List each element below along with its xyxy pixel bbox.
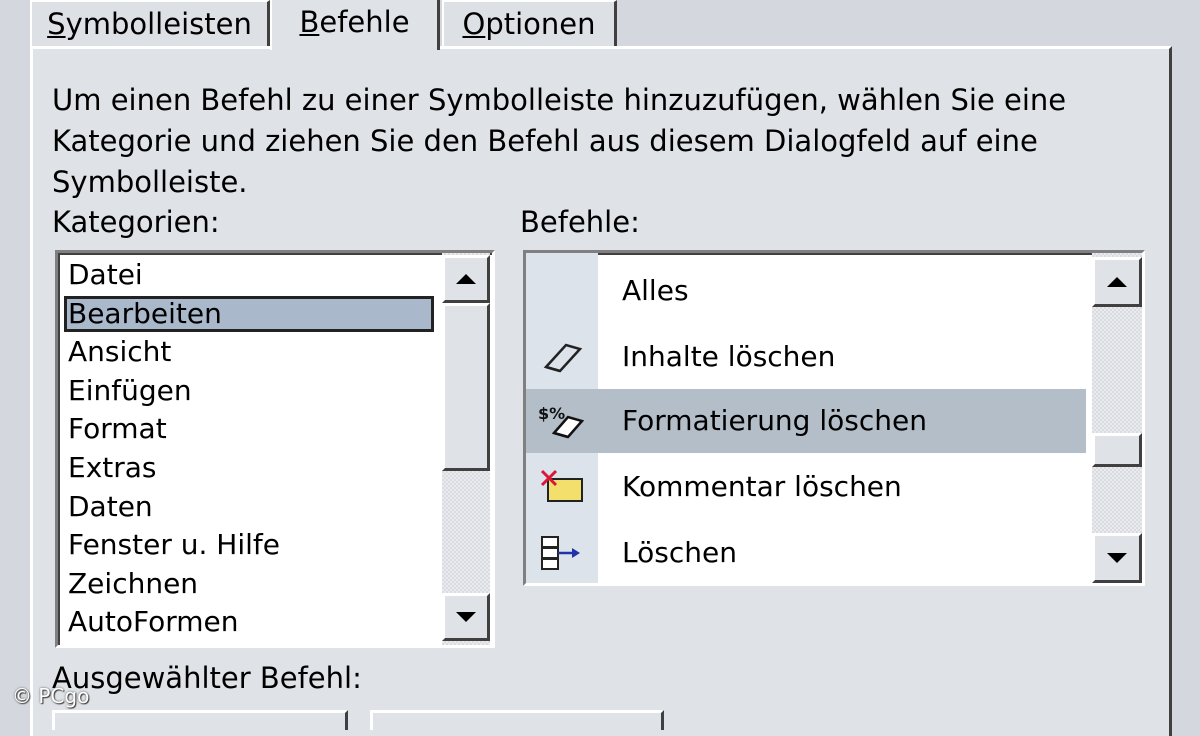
categories-listbox[interactable]: Datei Bearbeiten Ansicht Einfügen Format Extr… <box>55 250 495 648</box>
categories-label: Kategorien: <box>52 205 220 239</box>
command-label: Alles <box>622 274 689 307</box>
arrow-up-icon <box>456 274 476 284</box>
tab-symbolleisten[interactable]: Symbolleisten <box>30 0 270 46</box>
delete-cells-icon <box>541 536 580 570</box>
commands-scroll-down-button[interactable] <box>1092 533 1142 583</box>
command-item-selected[interactable]: $% Formatierung löschen <box>526 389 1086 453</box>
category-item[interactable]: AutoFormen <box>64 604 239 640</box>
commands-scroll-up-button[interactable] <box>1092 257 1142 307</box>
tab-symbolleisten-label: Symbolleisten <box>47 7 252 41</box>
category-item[interactable]: Fenster u. Hilfe <box>64 527 280 563</box>
selected-command-label: Ausgewählter Befehl: <box>52 661 362 695</box>
description-button[interactable] <box>52 710 348 730</box>
category-item[interactable]: Ansicht <box>64 334 171 370</box>
tab-befehle-label: Befehle <box>299 5 410 39</box>
command-item[interactable]: Kommentar löschen <box>526 455 1086 519</box>
commands-scroll-thumb[interactable] <box>1092 433 1142 467</box>
category-item[interactable]: Einfügen <box>64 373 192 409</box>
command-item[interactable]: Löschen <box>526 521 1086 583</box>
commands-label: Befehle: <box>520 205 640 239</box>
commands-listbox[interactable]: Alles Inhalte löschen $% Formatierung lö… <box>523 250 1145 586</box>
tab-befehle[interactable]: Befehle <box>270 0 440 50</box>
categories-scroll-down-button[interactable] <box>442 593 490 641</box>
modify-selection-button[interactable] <box>370 710 664 730</box>
category-item[interactable]: Daten <box>64 489 153 525</box>
arrow-down-icon <box>456 612 476 622</box>
category-item[interactable]: Format <box>64 411 167 447</box>
arrow-down-icon <box>1107 553 1127 563</box>
instruction-text: Um einen Befehl zu einer Symbolleiste hi… <box>52 83 1067 199</box>
categories-scroll-up-button[interactable] <box>442 255 490 303</box>
command-label: Inhalte löschen <box>622 340 836 373</box>
category-item[interactable]: Zeichnen <box>64 566 198 602</box>
tab-optionen-label: Optionen <box>462 7 596 41</box>
command-item[interactable]: Inhalte löschen <box>526 325 1086 389</box>
category-item[interactable]: Extras <box>64 450 157 486</box>
categories-scroll-thumb[interactable] <box>442 303 490 471</box>
command-label: Formatierung löschen <box>622 404 927 437</box>
command-label: Kommentar löschen <box>622 470 902 503</box>
svg-text:$%: $% <box>538 404 565 423</box>
tab-optionen[interactable]: Optionen <box>442 0 617 46</box>
command-item[interactable]: Alles <box>526 259 1086 323</box>
category-item[interactable]: Datei <box>64 257 143 293</box>
arrow-up-icon <box>1107 277 1127 287</box>
clear-formats-icon: $% <box>538 404 585 439</box>
command-label: Löschen <box>622 536 737 569</box>
eraser-icon <box>543 343 583 373</box>
category-item-selected[interactable]: Bearbeiten <box>64 295 434 332</box>
delete-comment-icon <box>540 469 583 502</box>
watermark: © PCgo <box>12 684 90 708</box>
